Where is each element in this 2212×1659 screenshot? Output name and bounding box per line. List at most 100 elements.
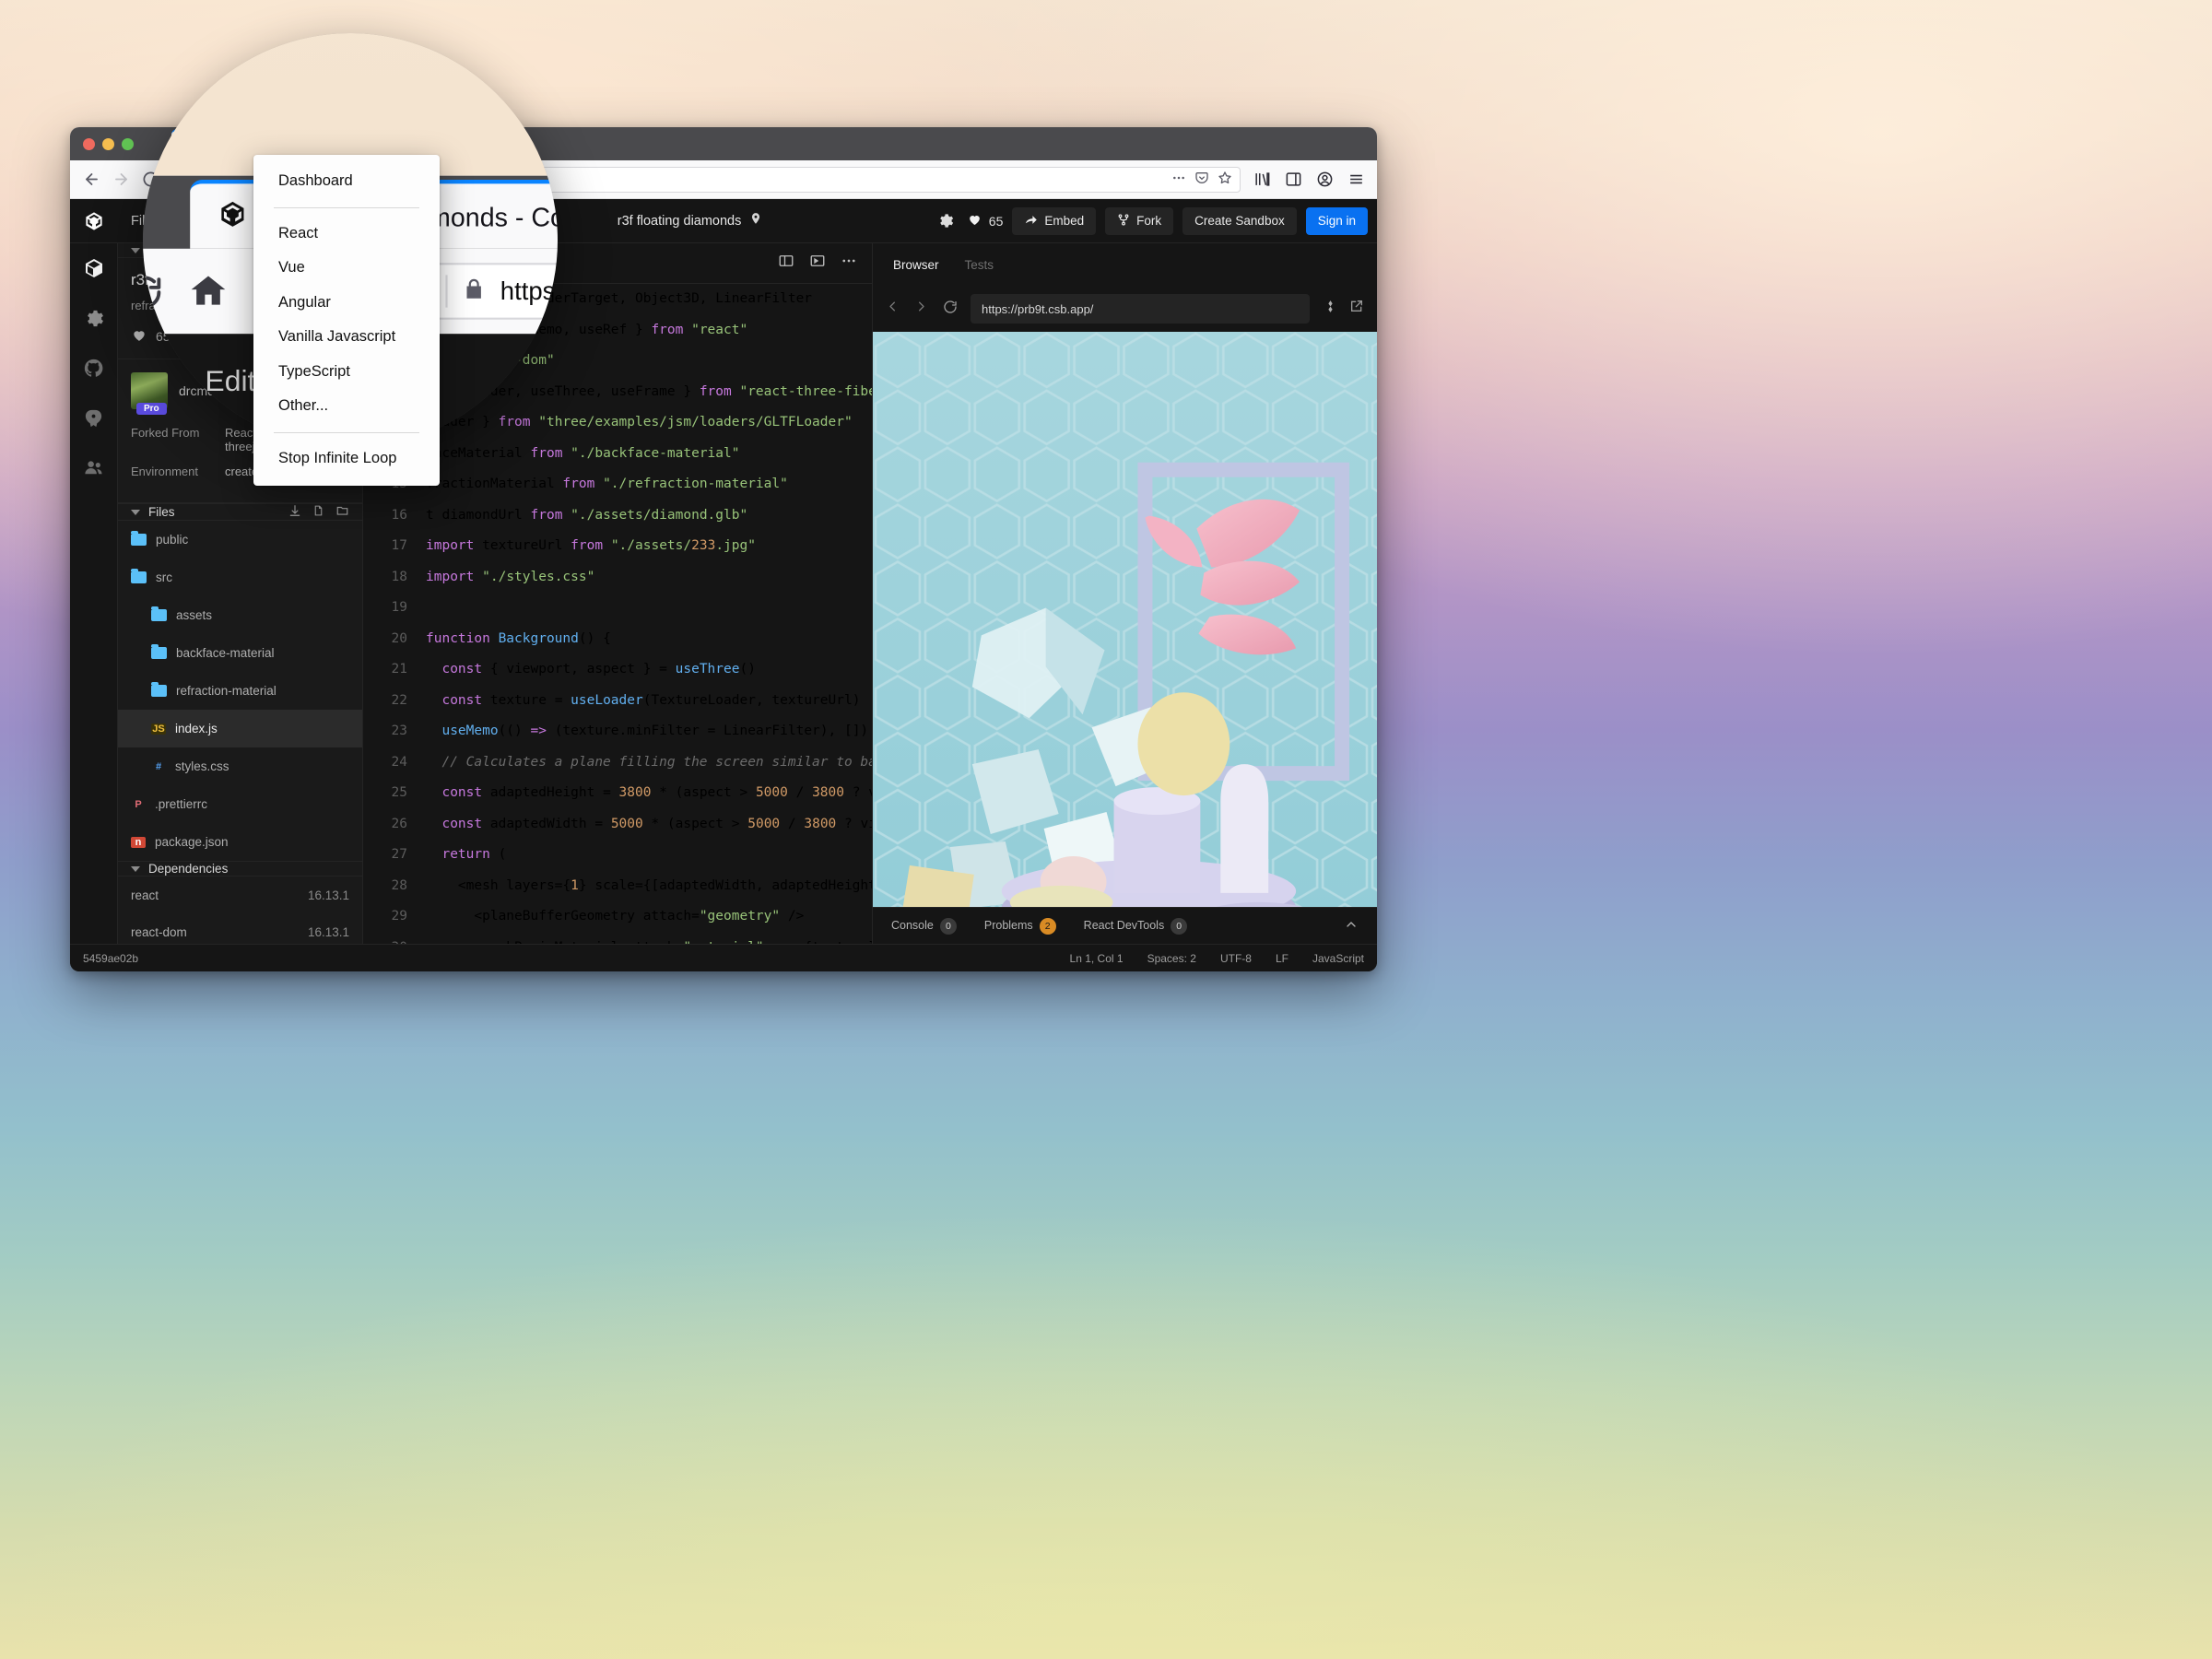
language-mode[interactable]: JavaScript [1312,952,1364,965]
close-window-button[interactable] [83,137,95,150]
files-header[interactable]: Files [118,503,362,521]
sidebar-toggle-icon[interactable] [1279,166,1307,194]
preview-canvas[interactable] [873,332,1377,907]
chevron-up-icon[interactable] [1344,917,1359,935]
files-title: Files [148,505,175,519]
line-ending[interactable]: LF [1276,952,1288,965]
code-line[interactable]: import textureUrl from "./assets/233.jpg… [426,531,872,562]
code-line[interactable]: useMemo(() => (texture.minFilter = Linea… [426,716,872,747]
more-actions-icon[interactable] [1171,171,1186,188]
dependency-row[interactable]: react-dom 16.13.1 [118,913,362,944]
tab-console[interactable]: Console 0 [891,917,957,935]
gear-icon[interactable] [934,209,958,233]
preview-icon[interactable] [809,253,826,274]
hamburger-menu-icon[interactable] [1342,166,1370,194]
forward-icon[interactable] [914,300,928,318]
js-icon: JS [151,723,166,735]
activity-item-settings[interactable] [82,306,106,330]
activity-item-explorer[interactable] [82,256,106,280]
file-row-src[interactable]: src [118,559,362,596]
save-to-pocket-icon[interactable] [1194,171,1209,188]
sign-in-button[interactable]: Sign in [1305,206,1368,235]
menu-item-react[interactable]: React [253,217,440,252]
tab-problems[interactable]: Problems 2 [984,917,1056,935]
menu-item-angular[interactable]: Angular [253,286,440,321]
bookmark-star-icon[interactable] [1218,171,1232,188]
file-row-backface-material[interactable]: backface-material [118,634,362,672]
account-icon[interactable] [1311,166,1338,194]
codesandbox-logo-icon[interactable] [70,211,118,231]
maximize-window-button[interactable] [122,137,134,150]
activity-item-live[interactable] [82,455,106,479]
file-row-public[interactable]: public [118,521,362,559]
reload-icon[interactable] [943,300,958,319]
file-row-prettierrc[interactable]: P .prettierrc [118,785,362,823]
code-line[interactable]: return ( [426,840,872,871]
cursor-position[interactable]: Ln 1, Col 1 [1070,952,1124,965]
file-row-styles-css[interactable]: # styles.css [118,747,362,785]
tab-browser[interactable]: Browser [893,258,939,272]
fork-button[interactable]: Fork [1105,206,1174,235]
reload-icon[interactable] [143,261,174,322]
file-row-refraction-material[interactable]: refraction-material [118,672,362,710]
dependency-version: 16.13.1 [307,888,349,902]
code-line[interactable]: const adaptedHeight = 3800 * (aspect > 5… [426,778,872,809]
code-line[interactable] [426,593,872,624]
commit-hash[interactable]: 5459ae02b [83,952,138,965]
menu-item-file[interactable]: File [143,365,177,397]
menu-item-other[interactable]: Other... [253,389,440,424]
encoding[interactable]: UTF-8 [1220,952,1252,965]
likes-counter[interactable]: 65 [967,212,1003,229]
code-line[interactable]: // Calculates a plane filling the screen… [426,747,872,779]
menu-item-vue[interactable]: Vue [253,251,440,286]
tab-tests[interactable]: Tests [965,258,994,272]
folder-icon [151,606,167,621]
tab-react-devtools[interactable]: React DevTools 0 [1084,917,1188,935]
indent-setting[interactable]: Spaces: 2 [1147,952,1196,965]
dependency-row[interactable]: react 16.13.1 [118,877,362,913]
menu-separator [274,206,419,208]
forward-icon[interactable] [107,166,135,194]
code-line[interactable]: <planeBufferGeometry attach="geometry" /… [426,901,872,933]
back-icon[interactable] [886,300,900,318]
activity-item-github[interactable] [82,356,106,380]
new-folder-icon[interactable] [335,504,349,520]
code-line[interactable]: const adaptedWidth = 5000 * (aspect > 50… [426,809,872,841]
menu-item-dashboard[interactable]: Dashboard [253,164,440,199]
file-row-package-json[interactable]: n package.json [118,823,362,861]
menu-item-stop-infinite-loop[interactable]: Stop Infinite Loop [253,441,440,477]
code-line[interactable]: const texture = useLoader(TextureLoader,… [426,686,872,717]
heart-icon [967,212,982,229]
rendered-scene [873,332,1377,907]
lock-icon[interactable] [462,274,486,308]
menu-item-typescript[interactable]: TypeScript [253,355,440,390]
more-icon[interactable] [841,253,857,274]
split-panes-icon[interactable] [778,253,794,274]
code-line[interactable]: t diamondUrl from "./assets/diamond.glb" [426,500,872,532]
code-line[interactable]: <meshBasicMaterial attach="material" map… [426,933,872,945]
code-line[interactable]: function Background() { [426,624,872,655]
window-traffic-lights[interactable] [70,137,134,150]
code-line[interactable]: <mesh layers={1} scale={[adaptedWidth, a… [426,871,872,902]
open-external-icon[interactable] [1349,299,1364,319]
dependencies-header[interactable]: Dependencies [118,861,362,877]
preview-url-input[interactable]: https://prb9t.csb.app/ [971,294,1310,324]
home-icon[interactable] [178,261,239,322]
embed-button[interactable]: Embed [1012,206,1097,235]
menu-item-vanilla-javascript[interactable]: Vanilla Javascript [253,320,440,355]
file-label: assets [176,608,213,622]
responsive-icon[interactable] [1323,299,1338,319]
code-line[interactable]: import "./styles.css" [426,562,872,594]
library-icon[interactable] [1248,166,1276,194]
minimize-window-button[interactable] [102,137,114,150]
file-row-index-js[interactable]: JS index.js [118,710,362,747]
create-sandbox-button[interactable]: Create Sandbox [1182,206,1297,235]
activity-item-deployment[interactable] [82,406,106,429]
code-line[interactable]: const { viewport, aspect } = useThree() [426,654,872,686]
back-icon[interactable] [77,166,105,194]
code-line[interactable]: fractionMaterial from "./refraction-mate… [426,469,872,500]
new-file-icon[interactable] [312,504,324,520]
download-icon[interactable] [288,504,301,520]
preview-tabs: Browser Tests [873,243,1377,286]
file-row-assets[interactable]: assets [118,596,362,634]
